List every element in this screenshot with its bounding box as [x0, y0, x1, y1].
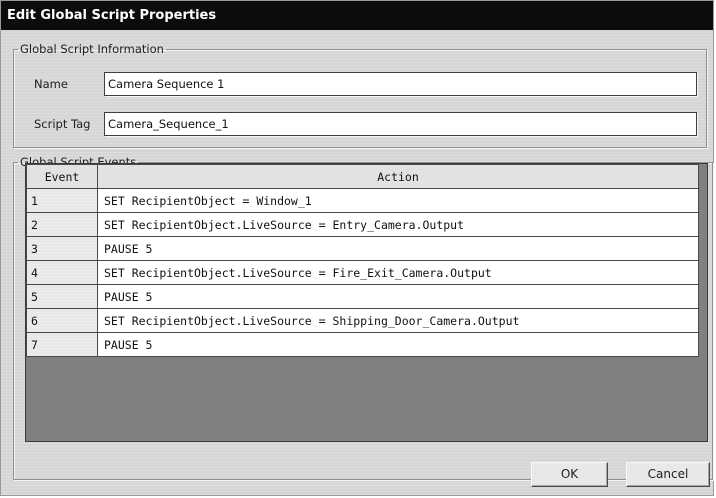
event-column-header[interactable]: Event: [26, 164, 98, 189]
ok-button[interactable]: OK: [531, 462, 608, 487]
global-script-information-legend: Global Script Information: [20, 42, 164, 56]
event-cell[interactable]: 1: [26, 188, 98, 213]
action-cell[interactable]: PAUSE 5: [97, 284, 699, 309]
script-tag-field[interactable]: [104, 112, 697, 136]
events-table: Event Action 1 SET RecipientObject = Win…: [26, 164, 699, 357]
event-cell[interactable]: 5: [26, 284, 98, 309]
event-cell[interactable]: 7: [26, 332, 98, 357]
action-cell[interactable]: PAUSE 5: [97, 236, 699, 261]
dialog-body: Global Script Information Name Script Ta…: [1, 30, 713, 495]
name-label: Name: [34, 77, 68, 91]
action-cell[interactable]: SET RecipientObject.LiveSource = Shippin…: [97, 308, 699, 333]
edit-global-script-dialog: Edit Global Script Properties Global Scr…: [0, 0, 714, 496]
events-header-row: Event Action: [26, 164, 699, 189]
action-cell[interactable]: SET RecipientObject.LiveSource = Entry_C…: [97, 212, 699, 237]
action-cell[interactable]: PAUSE 5: [97, 332, 699, 357]
table-row[interactable]: 1 SET RecipientObject = Window_1: [26, 188, 699, 213]
table-row[interactable]: 2 SET RecipientObject.LiveSource = Entry…: [26, 212, 699, 237]
table-row[interactable]: 5 PAUSE 5: [26, 284, 699, 309]
table-row[interactable]: 4 SET RecipientObject.LiveSource = Fire_…: [26, 260, 699, 285]
event-cell[interactable]: 2: [26, 212, 98, 237]
action-cell[interactable]: SET RecipientObject = Window_1: [97, 188, 699, 213]
event-cell[interactable]: 3: [26, 236, 98, 261]
action-cell[interactable]: SET RecipientObject.LiveSource = Fire_Ex…: [97, 260, 699, 285]
table-row[interactable]: 6 SET RecipientObject.LiveSource = Shipp…: [26, 308, 699, 333]
events-grid[interactable]: Event Action 1 SET RecipientObject = Win…: [25, 163, 708, 442]
name-field[interactable]: [104, 72, 697, 96]
cancel-button[interactable]: Cancel: [626, 462, 710, 487]
action-column-header[interactable]: Action: [97, 164, 699, 189]
table-row[interactable]: 7 PAUSE 5: [26, 332, 699, 357]
script-tag-label: Script Tag: [34, 117, 91, 131]
dialog-title: Edit Global Script Properties: [1, 1, 713, 30]
event-cell[interactable]: 6: [26, 308, 98, 333]
event-cell[interactable]: 4: [26, 260, 98, 285]
table-row[interactable]: 3 PAUSE 5: [26, 236, 699, 261]
